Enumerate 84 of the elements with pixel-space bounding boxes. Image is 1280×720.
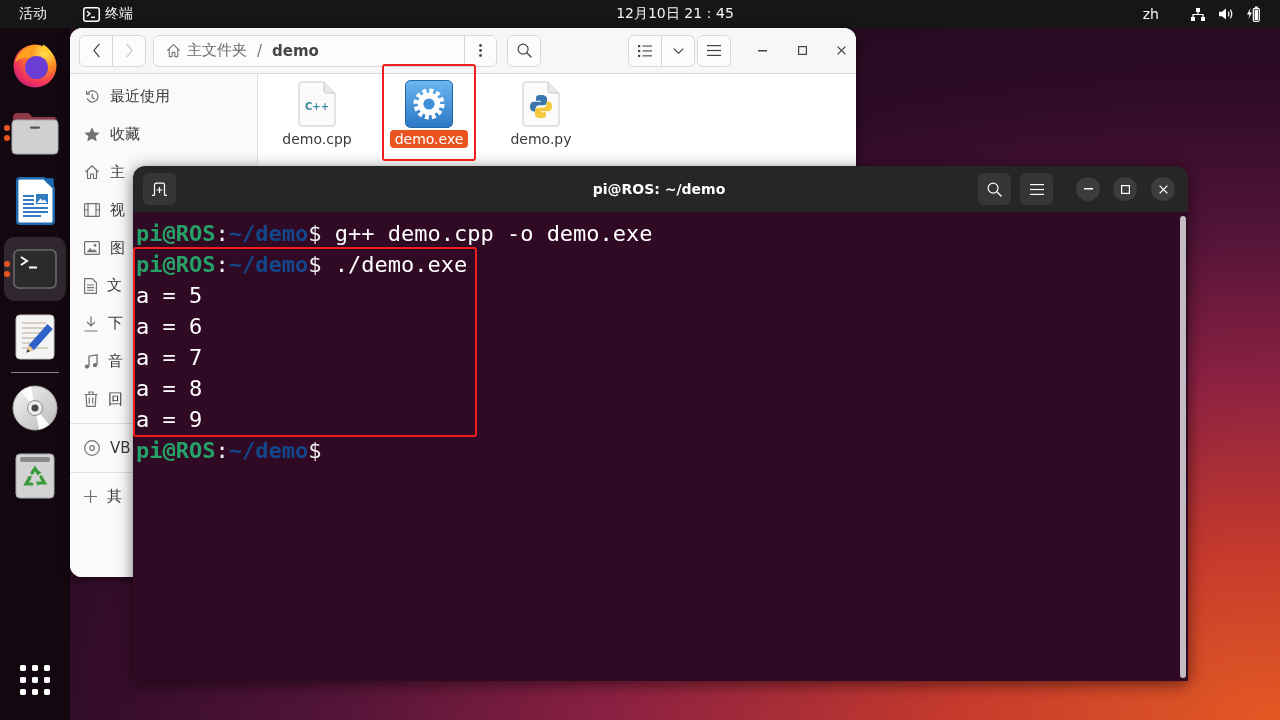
disc-icon <box>84 440 100 457</box>
minimize-icon <box>757 49 767 52</box>
menu-icon <box>707 45 721 56</box>
film-icon <box>84 203 100 218</box>
close-icon <box>836 46 846 55</box>
output-line: a = 5 <box>136 282 203 310</box>
maximize-icon <box>797 46 807 55</box>
shell-prompt: pi@ROS:~/demo$ <box>136 437 322 465</box>
gear-icon[interactable] <box>405 80 453 128</box>
folder-icon <box>11 111 59 155</box>
sidebar-item[interactable]: 最近使用 <box>70 78 170 116</box>
code-file-icon[interactable]: C++ <box>298 81 336 127</box>
battery-icon <box>1247 6 1260 22</box>
new-tab-icon <box>152 182 167 196</box>
document-icon <box>84 277 97 294</box>
path-segment[interactable]: demo <box>270 35 321 66</box>
file-name[interactable]: demo.exe <box>389 130 469 148</box>
network-icon <box>1191 7 1205 21</box>
sidebar-item[interactable]: 文 <box>70 267 122 305</box>
flame-globe-icon <box>12 42 58 88</box>
close-button[interactable] <box>1151 177 1175 201</box>
apps-grid-icon <box>20 665 50 695</box>
menu-button[interactable] <box>1020 173 1053 205</box>
plus-icon <box>84 490 97 504</box>
search-icon <box>987 181 1002 197</box>
star-icon <box>84 127 100 143</box>
output-line: a = 6 <box>136 313 203 341</box>
music-note-icon <box>84 353 98 369</box>
recycle-bin-icon <box>15 453 55 499</box>
list-view-icon <box>638 44 652 57</box>
sidebar-item[interactable]: 视 <box>70 191 125 230</box>
search-button[interactable] <box>978 173 1011 205</box>
maximize-button[interactable] <box>1113 177 1137 201</box>
terminal-icon <box>83 6 100 22</box>
script-file-icon[interactable] <box>522 81 560 127</box>
clock-icon <box>84 88 100 105</box>
sidebar-item[interactable]: 其 <box>70 477 122 516</box>
close-icon <box>1158 184 1168 194</box>
path-segment[interactable]: 主文件夹 <box>164 35 249 66</box>
search-button[interactable] <box>507 34 541 67</box>
sidebar-item[interactable]: 主 <box>70 153 125 192</box>
command-text: g++ demo.cpp -o demo.exe <box>334 220 653 248</box>
maximize-icon <box>1120 184 1130 194</box>
trash-icon <box>84 391 98 408</box>
search-icon <box>516 43 532 58</box>
caret-down-icon <box>672 47 684 54</box>
window-title: pi@ROS: ~/demo <box>592 181 726 197</box>
app-menu-button[interactable]: 终端 <box>76 2 140 26</box>
activities-button[interactable]: 活动 <box>12 2 54 26</box>
minimize-button[interactable] <box>1076 177 1100 201</box>
sidebar-item[interactable]: 下 <box>70 304 123 343</box>
shell-prompt: pi@ROS:~/demo$ <box>136 220 322 248</box>
sidebar-item[interactable]: 音 <box>70 342 123 381</box>
menu-button[interactable] <box>697 34 731 67</box>
volume-icon <box>1219 7 1233 21</box>
document-image-icon <box>15 177 55 225</box>
path-separator: / <box>257 41 263 60</box>
home-icon <box>84 164 100 181</box>
terminal-icon <box>13 249 57 289</box>
clock-button[interactable]: 12月10日 21：45 <box>609 2 741 26</box>
sidebar-item[interactable]: 图 <box>70 229 125 267</box>
path-bar[interactable]: 主文件夹 / demo <box>153 34 497 67</box>
command-text: ./demo.exe <box>334 251 468 279</box>
image-icon <box>84 241 100 256</box>
output-line: a = 8 <box>136 375 203 403</box>
disc-icon <box>12 385 58 431</box>
minimize-icon <box>1083 188 1093 190</box>
sidebar-item[interactable]: 回 <box>70 380 123 419</box>
view-button[interactable] <box>628 34 662 67</box>
notepad-pencil-icon <box>15 314 55 360</box>
file-name[interactable]: demo.py <box>505 130 577 148</box>
new-tab-button[interactable] <box>143 173 176 205</box>
input-method-button[interactable]: zh <box>1135 2 1166 26</box>
output-line: a = 9 <box>136 406 203 434</box>
sidebar-item[interactable]: 收藏 <box>70 115 140 154</box>
menu-icon <box>1029 183 1044 195</box>
shell-prompt: pi@ROS:~/demo$ <box>136 251 322 279</box>
download-icon <box>84 315 98 332</box>
home-icon <box>166 43 181 58</box>
file-name[interactable]: demo.cpp <box>277 130 357 148</box>
sidebar-item[interactable]: VB <box>70 429 131 467</box>
scrollbar-thumb[interactable] <box>1180 216 1186 678</box>
more-icon <box>479 44 482 57</box>
output-line: a = 7 <box>136 344 203 372</box>
